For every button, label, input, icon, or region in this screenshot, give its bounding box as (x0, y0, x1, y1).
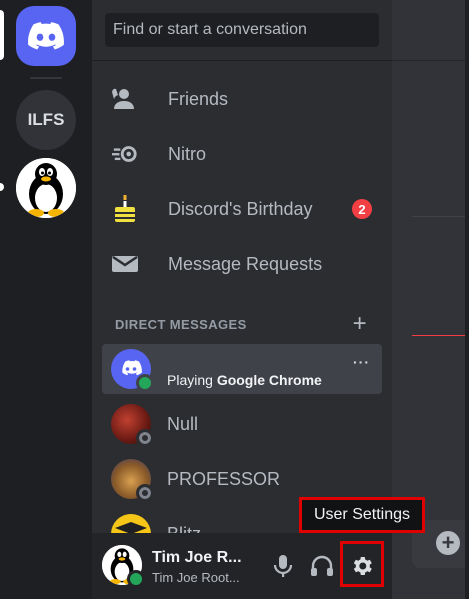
status-offline-icon (136, 484, 154, 502)
user-panel: Tim Joe R... Tim Joe Root... (92, 533, 392, 599)
nav-friends[interactable]: Friends (112, 78, 384, 120)
status-online-icon (136, 374, 154, 392)
plus-icon[interactable]: + (353, 312, 367, 336)
tooltip-text: User Settings (313, 506, 411, 523)
status-offline-icon (136, 429, 154, 447)
selected-server-indicator (0, 10, 4, 60)
rail-separator (30, 77, 62, 79)
search-input[interactable]: Find or start a conversation (105, 13, 379, 47)
new-messages-divider (412, 335, 469, 336)
window-edge (465, 0, 469, 599)
direct-messages-title: DIRECT MESSAGES (115, 316, 247, 332)
nav-friends-label: Friends (168, 88, 229, 109)
nav-nitro-label: Nitro (168, 143, 207, 164)
friends-icon (112, 86, 138, 112)
nav-birthday[interactable]: Discord's Birthday 2 (112, 188, 384, 230)
server-tux[interactable] (16, 158, 76, 218)
more-options-icon[interactable]: ··· (353, 354, 370, 370)
discord-logo-icon (28, 22, 64, 50)
add-attachment-icon[interactable]: + (436, 531, 460, 555)
dm-item-name: Null (167, 413, 199, 434)
nav-message-requests-label: Message Requests (168, 253, 323, 274)
dm-activity-app: Google Chrome (216, 372, 322, 388)
nitro-icon (112, 141, 138, 167)
dm-item-null[interactable]: Null (102, 399, 382, 449)
dm-item-name: PROFESSOR (167, 468, 281, 489)
nav-message-requests[interactable]: Message Requests (112, 243, 384, 285)
settings-highlight-box (340, 541, 384, 587)
dm-item-active[interactable]: Playing Google Chrome ··· (102, 344, 382, 394)
mute-button[interactable] (267, 550, 299, 582)
server-rail: ILFS (0, 0, 92, 599)
dm-activity-text: Playing Google Chrome (167, 372, 322, 388)
server-ilfs[interactable]: ILFS (16, 90, 76, 150)
avatar (111, 349, 154, 392)
nav-nitro[interactable]: Nitro (112, 133, 384, 175)
birthday-badge: 2 (352, 199, 372, 219)
microphone-icon (273, 555, 293, 577)
avatar (111, 404, 154, 447)
deafen-button[interactable] (306, 550, 338, 582)
unread-indicator (0, 183, 4, 191)
dm-activity-prefix: Playing (167, 372, 217, 388)
home-button[interactable] (16, 6, 76, 66)
user-subtext: Tim Joe Root... (152, 570, 240, 585)
status-online-icon (127, 570, 145, 588)
tux-penguin-icon (16, 158, 76, 218)
main-header-divider (392, 60, 469, 61)
envelope-icon (112, 251, 138, 277)
birthday-cake-icon (112, 195, 138, 222)
user-display-name[interactable]: Tim Joe R... (152, 549, 242, 567)
user-settings-tooltip: User Settings (299, 497, 425, 533)
avatar (111, 459, 154, 502)
search-placeholder: Find or start a conversation (113, 21, 307, 38)
nav-birthday-label: Discord's Birthday (168, 198, 313, 219)
direct-messages-header: DIRECT MESSAGES + (115, 312, 367, 336)
server-ilfs-label: ILFS (27, 110, 65, 129)
headphones-icon (311, 555, 333, 576)
message-divider (412, 216, 469, 217)
search-divider (92, 60, 392, 61)
